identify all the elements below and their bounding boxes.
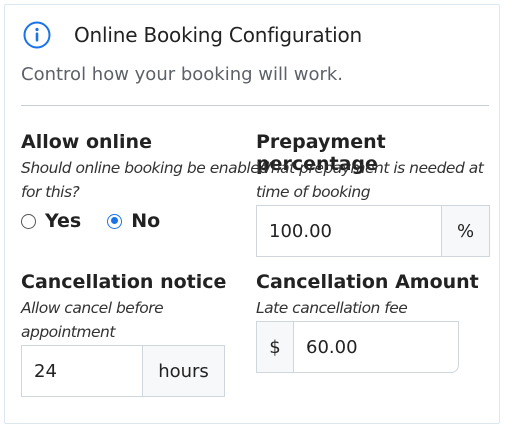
cancellation-notice-label: Cancellation notice — [21, 271, 227, 293]
allow-online-label: Allow online — [21, 131, 152, 153]
cancellation-notice-help-line1: Allow cancel before — [21, 299, 164, 317]
radio-no-label[interactable]: No — [131, 210, 160, 232]
cancellation-notice-help: Allow cancel before appointment — [21, 296, 164, 344]
prepayment-help: What prepayment is needed at time of boo… — [256, 156, 484, 204]
cancellation-notice-input[interactable]: 24 — [21, 345, 143, 397]
cancellation-amount-help: Late cancellation fee — [256, 299, 408, 317]
radio-yes-circle[interactable] — [21, 213, 36, 229]
radio-no[interactable]: No — [107, 210, 160, 232]
prepayment-input[interactable]: 100.00 — [256, 205, 442, 257]
cancellation-notice-input-group: 24 hours — [21, 345, 225, 397]
panel-header: Online Booking Configuration — [23, 21, 362, 49]
radio-yes-label[interactable]: Yes — [45, 210, 81, 232]
page-title: Online Booking Configuration — [74, 23, 362, 47]
cancellation-notice-help-line2: appointment — [21, 323, 115, 341]
info-icon — [23, 21, 51, 49]
prepayment-help-line1: What prepayment is needed at — [256, 159, 484, 177]
cancellation-amount-input[interactable]: 60.00 — [294, 321, 459, 373]
cancellation-amount-input-group: $ 60.00 — [256, 321, 459, 373]
prepayment-percent-addon: % — [442, 205, 490, 257]
cancellation-amount-label: Cancellation Amount — [256, 271, 479, 293]
radio-no-circle[interactable] — [107, 213, 123, 229]
prepayment-help-line2: time of booking — [256, 183, 371, 201]
allow-online-help-line1: Should online booking be enabled — [21, 159, 269, 177]
booking-config-panel: Online Booking Configuration Control how… — [4, 4, 500, 424]
prepayment-input-group: 100.00 % — [256, 205, 490, 257]
page-subtitle: Control how your booking will work. — [21, 64, 344, 85]
allow-online-help-line2: for this? — [21, 183, 80, 201]
cancellation-amount-dollar-addon: $ — [256, 321, 294, 373]
allow-online-radio-group: Yes No — [21, 210, 160, 232]
allow-online-help: Should online booking be enabled for thi… — [21, 156, 269, 204]
divider — [21, 105, 489, 106]
cancellation-notice-hours-addon: hours — [143, 345, 225, 397]
radio-yes[interactable]: Yes — [21, 210, 81, 232]
